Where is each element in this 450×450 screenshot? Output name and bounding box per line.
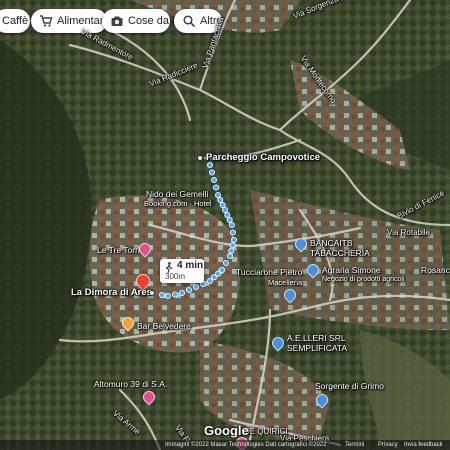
- place-sublabel: Booking.com · Hotel: [144, 199, 212, 208]
- search-icon: [182, 14, 196, 28]
- route-dot: [221, 206, 228, 213]
- route-dot: [212, 184, 219, 191]
- place-sublabel: Negozio di prodotti agricoli: [322, 276, 405, 283]
- route-dot: [224, 211, 231, 218]
- shopping-cart-icon: [39, 14, 53, 28]
- place-sublabel: TABACCHERIA: [310, 248, 370, 258]
- report-link[interactable]: Invia feedback: [404, 440, 443, 450]
- place-sublabel: SEMPLIFICATA: [287, 343, 348, 353]
- route-dot: [171, 291, 178, 298]
- route-info-box[interactable]: 4 min 300m: [160, 259, 204, 283]
- place-label[interactable]: Nido dei Gemelli: [146, 189, 208, 199]
- route-dot: [206, 161, 213, 168]
- chip-cafe[interactable]: Caffè: [0, 9, 30, 33]
- route-dot: [164, 292, 171, 299]
- origin-marker[interactable]: [197, 155, 203, 161]
- chip-groceries[interactable]: Alimentari: [31, 9, 107, 33]
- route-dot: [206, 277, 213, 284]
- map-view[interactable]: Caffè Alimentari Cose da fare Altro Via …: [0, 0, 450, 450]
- route-dot: [214, 191, 221, 198]
- place-label[interactable]: Agraria Simone: [322, 265, 381, 275]
- place-label[interactable]: Sorgente di Grimo: [315, 381, 384, 391]
- imagery-credit: Immagini ©2022 Maxar Technologies Dati c…: [165, 442, 327, 448]
- route-dot: [230, 236, 237, 243]
- road-label: Via Rotabile: [387, 228, 430, 237]
- route-dot: [229, 242, 236, 249]
- route-dot: [192, 283, 199, 290]
- place-label[interactable]: Altomuro 39 di S.A.: [94, 379, 167, 389]
- route-dot: [178, 289, 185, 296]
- chip-cafe-label: Caffè: [2, 15, 29, 27]
- route-time: 4 min: [177, 260, 204, 271]
- destination-route-end: [149, 290, 155, 296]
- place-label[interactable]: BANCAITB: [310, 238, 353, 248]
- route-dot: [185, 286, 192, 293]
- route-dot: [228, 247, 235, 254]
- place-label[interactable]: A.E.LLERI SRL: [287, 333, 346, 343]
- place-label[interactable]: Rosanc: [421, 265, 450, 275]
- camera-icon: [110, 14, 124, 28]
- origin-label[interactable]: Parcheggio Campovotice: [206, 153, 320, 163]
- route-dot: [226, 252, 233, 259]
- chip-groceries-label: Alimentari: [57, 15, 106, 27]
- route-dot: [222, 259, 229, 266]
- privacy-link[interactable]: Privacy: [378, 440, 398, 450]
- place-label[interactable]: Le Tre Torri: [97, 245, 140, 255]
- route-dot: [229, 229, 236, 236]
- route-dot: [226, 216, 233, 223]
- road-label: DE QUIRICI: [244, 427, 288, 436]
- place-label[interactable]: Bar Belvedere: [137, 321, 191, 331]
- place-sublabel: Macelleria: [268, 278, 303, 287]
- route-dot: [219, 201, 226, 208]
- route-distance: 300m: [165, 272, 186, 281]
- map-credits: Immagini ©2022 Maxar Technologies Dati c…: [0, 440, 450, 450]
- route-dot: [210, 176, 217, 183]
- route-dot: [217, 196, 224, 203]
- google-logo: Google: [204, 423, 249, 438]
- terms-link[interactable]: Termini: [345, 440, 364, 450]
- destination-label[interactable]: La Dimora di Ares: [71, 288, 152, 298]
- route-dot: [208, 169, 215, 176]
- route-dot: [158, 291, 165, 298]
- route-dot: [228, 221, 235, 228]
- chip-things-to-do[interactable]: Cose da fare: [102, 9, 191, 33]
- place-label[interactable]: Tucciarone Pietro: [236, 267, 302, 277]
